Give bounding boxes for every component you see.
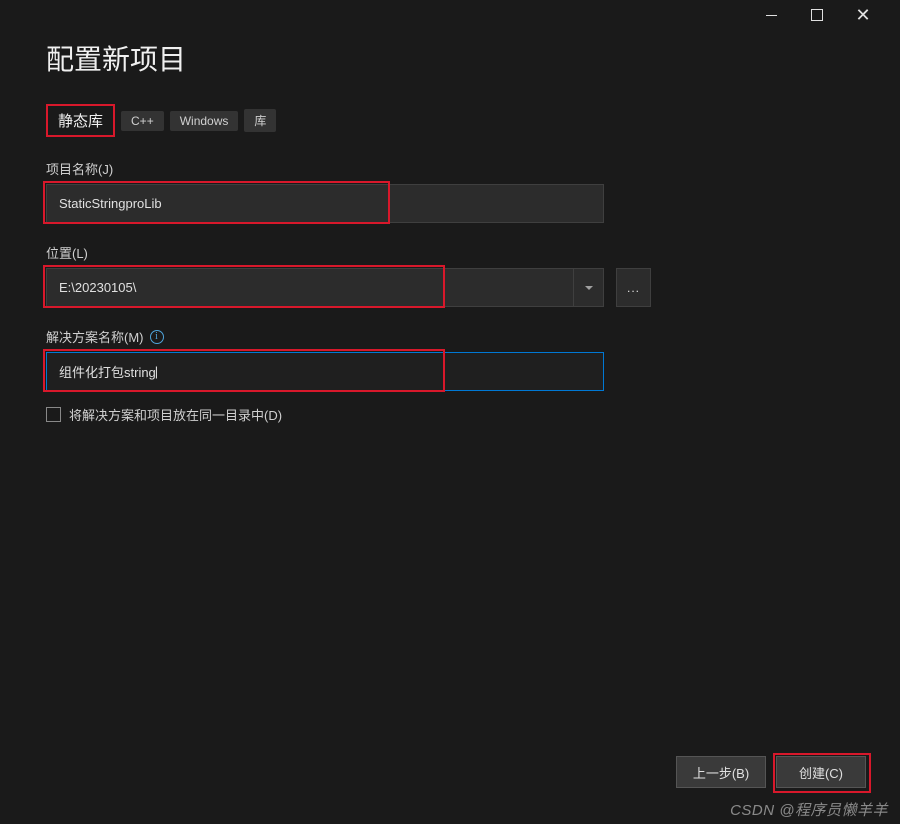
create-button[interactable]: 创建(C)	[776, 756, 866, 788]
solution-name-label: 解决方案名称(M) i	[46, 327, 854, 346]
template-tag-windows: Windows	[170, 111, 239, 131]
back-button[interactable]: 上一步(B)	[676, 756, 766, 788]
window-maximize-button[interactable]	[794, 0, 840, 30]
project-name-label: 项目名称(J)	[46, 159, 854, 178]
template-tag-row: 静态库 C++ Windows 库	[46, 104, 854, 137]
dialog-content: 配置新项目 静态库 C++ Windows 库 项目名称(J) 位置(L) ..…	[0, 30, 900, 424]
location-group: 位置(L) ...	[46, 243, 854, 307]
template-name: 静态库	[46, 104, 115, 137]
dialog-footer: 上一步(B) 创建(C)	[676, 756, 866, 788]
same-directory-row: 将解决方案和项目放在同一目录中(D)	[46, 405, 854, 424]
solution-name-input[interactable]: 组件化打包string	[46, 352, 604, 391]
location-dropdown-icon[interactable]	[574, 268, 604, 307]
solution-name-label-text: 解决方案名称(M)	[46, 327, 144, 346]
same-directory-checkbox[interactable]	[46, 407, 61, 422]
project-name-input[interactable]	[46, 184, 604, 223]
location-browse-button[interactable]: ...	[616, 268, 651, 307]
location-input[interactable]	[46, 268, 574, 307]
location-label: 位置(L)	[46, 243, 854, 262]
window-minimize-button[interactable]	[748, 0, 794, 30]
page-title: 配置新项目	[46, 38, 854, 78]
info-icon[interactable]: i	[150, 330, 164, 344]
template-tag-cpp: C++	[121, 111, 164, 131]
template-tag-library: 库	[244, 109, 276, 132]
solution-name-group: 解决方案名称(M) i 组件化打包string 将解决方案和项目放在同一目录中(…	[46, 327, 854, 424]
window-titlebar: ✕	[0, 0, 900, 30]
watermark-text: CSDN @程序员懒羊羊	[730, 799, 888, 820]
same-directory-label: 将解决方案和项目放在同一目录中(D)	[69, 405, 282, 424]
window-close-button[interactable]: ✕	[840, 0, 886, 30]
project-name-group: 项目名称(J)	[46, 159, 854, 223]
